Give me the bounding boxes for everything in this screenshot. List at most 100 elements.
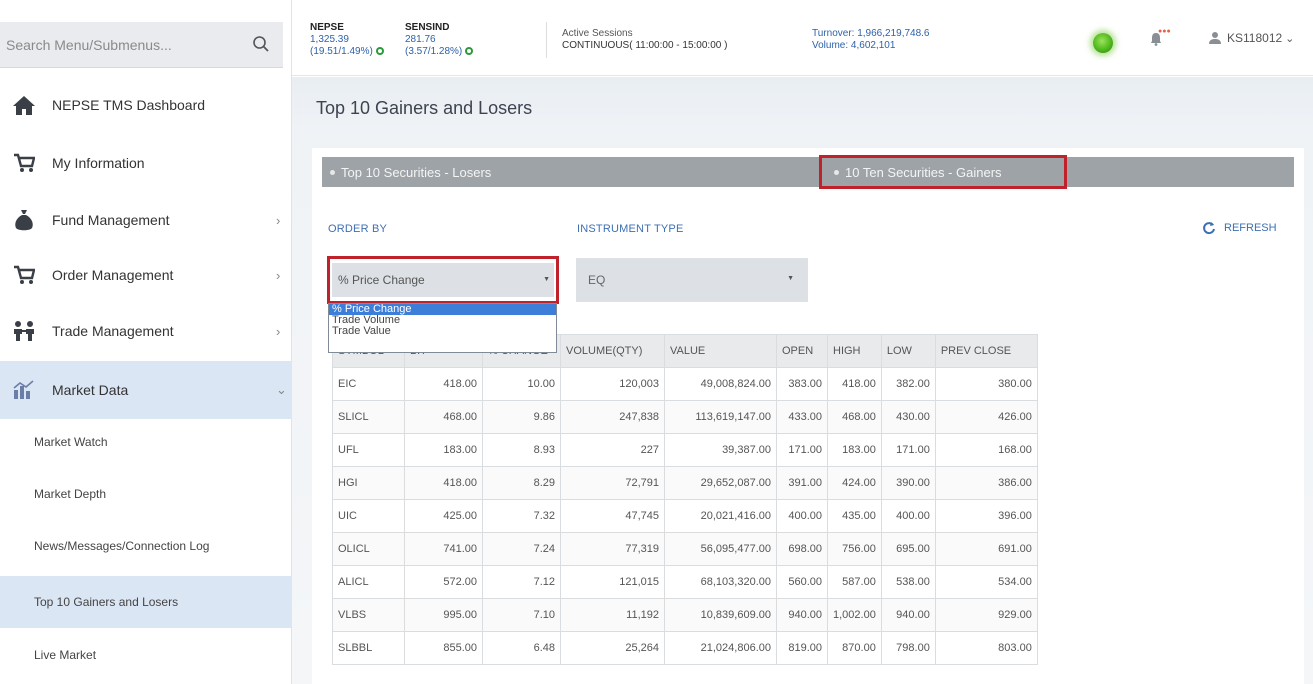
index-change: (19.51/1.49%): [310, 46, 373, 57]
cell-prev-close: 168.00: [934, 433, 1038, 467]
cell-symbol: UIC: [332, 499, 405, 533]
cell-symbol: UFL: [332, 433, 405, 467]
sidebar-item-label: Market Data: [52, 382, 129, 398]
tab-label: Top 10 Securities - Losers: [341, 164, 492, 180]
cell-symbol: SLICL: [332, 400, 405, 434]
cell-prev-close: 396.00: [934, 499, 1038, 533]
sidebar-subitem-label: Live Market: [34, 648, 97, 662]
order-by-value: % Price Change: [338, 273, 425, 287]
table-row[interactable]: VLBS 995.00 7.10 11,192 10,839,609.00 940.00 1…: [332, 598, 1038, 632]
sidebar-subitem-live-market[interactable]: Live Market: [0, 629, 292, 681]
cell-prev-close: 380.00: [934, 367, 1038, 401]
cell-low: 538.00: [880, 565, 936, 599]
cell-high: 424.00: [827, 466, 882, 500]
order-by-dropdown-list: % Price Change Trade Volume Trade Value: [328, 303, 557, 353]
top-header: NEPSE 1,325.39 (19.51/1.49%) SENSIND 281…: [292, 0, 1313, 76]
order-by-select[interactable]: % Price Change ▼: [327, 256, 559, 304]
sidebar-item-label: Fund Management: [52, 212, 170, 228]
user-icon: [1209, 32, 1221, 44]
table-body: EIC 418.00 10.00 120,003 49,008,824.00 383.00…: [332, 367, 1038, 665]
cell-ltp: 425.00: [404, 499, 483, 533]
cell-high: 756.00: [827, 532, 882, 566]
instrument-type-select[interactable]: EQ ▼: [576, 258, 808, 302]
sidebar-item-my-information[interactable]: My Information: [0, 134, 292, 192]
cell-high: 183.00: [827, 433, 882, 467]
sidebar-item-dashboard[interactable]: NEPSE TMS Dashboard: [0, 76, 292, 134]
refresh-button[interactable]: REFRESH: [1202, 221, 1277, 235]
index-name: SENSIND: [405, 22, 450, 33]
tab-top10-losers[interactable]: Top 10 Securities - Losers: [330, 157, 491, 187]
market-turnover: Turnover: 1,966,219,748.6 Volume: 4,602,…: [812, 28, 930, 52]
active-sessions: Active Sessions CONTINUOUS( 11:00:00 - 1…: [562, 28, 727, 52]
column-header-prev-close[interactable]: PREV CLOSE: [934, 334, 1038, 368]
caret-down-icon: ▼: [543, 276, 550, 283]
cell-change: 9.86: [482, 400, 561, 434]
cell-volume: 72,791: [560, 466, 665, 500]
bar-chart-icon: [11, 378, 37, 402]
column-header-open[interactable]: OPEN: [776, 334, 828, 368]
sidebar-item-fund-management[interactable]: Fund Management ›: [0, 191, 292, 249]
table-row[interactable]: OLICL 741.00 7.24 77,319 56,095,477.00 698.00…: [332, 532, 1038, 566]
table-row[interactable]: EIC 418.00 10.00 120,003 49,008,824.00 383.00…: [332, 367, 1038, 401]
cart-icon: [11, 263, 37, 287]
tab-top10-gainers[interactable]: 10 Ten Securities - Gainers: [819, 155, 1067, 189]
table-row[interactable]: UFL 183.00 8.93 227 39,387.00 171.00 183.00 171…: [332, 433, 1038, 467]
order-by-option[interactable]: Trade Value: [329, 326, 556, 337]
search-icon[interactable]: [252, 35, 270, 53]
cell-prev-close: 386.00: [934, 466, 1038, 500]
tab-bar: Top 10 Securities - Losers 10 Ten Securi…: [322, 155, 1294, 189]
notification-bell[interactable]: ●●●: [1150, 28, 1180, 48]
cell-symbol: HGI: [332, 466, 405, 500]
table-row[interactable]: UIC 425.00 7.32 47,745 20,021,416.00 400.00 43…: [332, 499, 1038, 533]
cell-open: 560.00: [776, 565, 828, 599]
cell-value: 39,387.00: [664, 433, 777, 467]
order-by-label: ORDER BY: [328, 223, 388, 235]
cell-open: 819.00: [776, 631, 828, 665]
cell-open: 698.00: [776, 532, 828, 566]
instrument-type-label: INSTRUMENT TYPE: [577, 223, 684, 235]
radio-dot-icon: [330, 169, 335, 175]
order-by-current[interactable]: % Price Change ▼: [332, 263, 554, 297]
main-content: Top 10 Gainers and Losers Top 10 Securit…: [292, 77, 1313, 684]
sidebar-item-trade-management[interactable]: Trade Management ›: [0, 302, 292, 360]
cell-value: 21,024,806.00: [664, 631, 777, 665]
sidebar-subitem-top10-gainers-losers[interactable]: Top 10 Gainers and Losers: [0, 576, 292, 628]
refresh-icon: [1203, 222, 1215, 235]
sidebar-subitem-market-depth[interactable]: Market Depth: [0, 468, 292, 520]
cell-low: 430.00: [880, 400, 936, 434]
index-change: (3.57/1.28%): [405, 46, 463, 57]
index-value: 281.76: [405, 34, 436, 45]
sensind-index: SENSIND 281.76 (3.57/1.28%): [405, 22, 474, 58]
cell-high: 587.00: [827, 565, 882, 599]
column-header-low[interactable]: LOW: [880, 334, 936, 368]
table-row[interactable]: SLBBL 855.00 6.48 25,264 21,024,806.00 819.00…: [332, 631, 1038, 665]
connection-status-icon: [1093, 33, 1113, 53]
cell-high: 418.00: [827, 367, 882, 401]
sessions-state: CONTINUOUS( 11:00:00 - 15:00:00 ): [562, 40, 728, 51]
column-header-value[interactable]: VALUE: [664, 334, 777, 368]
gainers-losers-panel: Top 10 Securities - Losers 10 Ten Securi…: [312, 148, 1304, 684]
cell-ltp: 418.00: [404, 466, 483, 500]
table-row[interactable]: ALICL 572.00 7.12 121,015 68,103,320.00 560.0…: [332, 565, 1038, 599]
sidebar-subitem-market-watch[interactable]: Market Watch: [0, 416, 292, 468]
menu-search-input[interactable]: [0, 22, 240, 68]
column-header-high[interactable]: HIGH: [827, 334, 882, 368]
cell-change: 6.48: [482, 631, 561, 665]
sidebar-item-label: Order Management: [52, 267, 174, 283]
user-menu[interactable]: KS118012 ⌄: [1208, 31, 1294, 45]
column-header-volume[interactable]: VOLUME(QTY): [560, 334, 665, 368]
cell-open: 171.00: [776, 433, 828, 467]
cell-open: 433.00: [776, 400, 828, 434]
cell-open: 391.00: [776, 466, 828, 500]
sidebar-subitem-label: News/Messages/Connection Log: [34, 539, 210, 553]
table-row[interactable]: HGI 418.00 8.29 72,791 29,652,087.00 391.00 42…: [332, 466, 1038, 500]
cell-low: 382.00: [880, 367, 936, 401]
chevron-right-icon: ›: [276, 323, 281, 339]
sidebar-item-order-management[interactable]: Order Management ›: [0, 246, 292, 304]
table-row[interactable]: SLICL 468.00 9.86 247,838 113,619,147.00 433.…: [332, 400, 1038, 434]
sidebar-subitem-label: Market Watch: [34, 435, 108, 449]
sidebar-item-market-data[interactable]: Market Data ⌄: [0, 361, 292, 419]
sidebar-subitem-news-messages[interactable]: News/Messages/Connection Log: [0, 520, 292, 572]
up-indicator-icon: [375, 47, 384, 56]
sessions-label: Active Sessions: [562, 28, 633, 39]
